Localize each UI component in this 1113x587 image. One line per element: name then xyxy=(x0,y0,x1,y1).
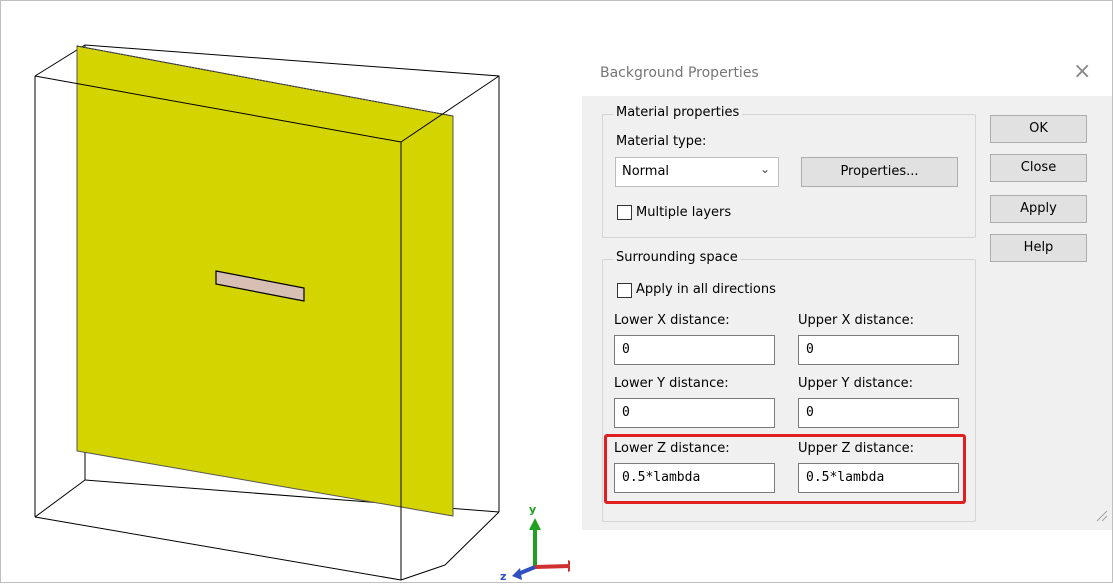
upper-x-input[interactable]: 0 xyxy=(798,335,959,365)
lower-x-label: Lower X distance: xyxy=(614,313,730,328)
close-button[interactable]: Close xyxy=(990,154,1087,182)
lower-y-label: Lower Y distance: xyxy=(614,376,729,391)
y-axis-arrow xyxy=(529,518,541,530)
axis-triad: y x z xyxy=(500,503,590,583)
lower-y-input[interactable]: 0 xyxy=(614,398,775,428)
material-type-select[interactable]: Normal ⌄ xyxy=(615,157,779,187)
model-view: y x z xyxy=(34,44,590,583)
surrounding-space-legend: Surrounding space xyxy=(613,250,741,265)
z-axis-arrow xyxy=(512,568,522,580)
close-icon[interactable]: × xyxy=(1073,57,1091,87)
z-distance-highlight xyxy=(604,434,966,504)
y-axis-label: y xyxy=(529,503,536,516)
dialog-title: Background Properties xyxy=(600,65,759,81)
material-properties-legend: Material properties xyxy=(613,105,743,120)
apply-button[interactable]: Apply xyxy=(990,195,1087,223)
box-front-bottom-edge xyxy=(34,516,402,581)
x-axis-arrow xyxy=(568,560,580,572)
upper-y-input[interactable]: 0 xyxy=(798,398,959,428)
help-button[interactable]: Help xyxy=(990,234,1087,262)
x-axis-line xyxy=(534,564,571,569)
multiple-layers-checkbox[interactable] xyxy=(617,205,632,220)
properties-button[interactable]: Properties... xyxy=(801,157,958,187)
material-type-label: Material type: xyxy=(616,134,707,149)
z-axis-label: z xyxy=(500,570,506,583)
material-type-value: Normal xyxy=(622,164,670,179)
box-bottom-front-right-edge xyxy=(400,564,446,581)
box-bottom-right-edge xyxy=(444,511,500,566)
lower-x-input[interactable]: 0 xyxy=(614,335,775,365)
apply-all-directions-checkbox[interactable] xyxy=(617,283,632,298)
box-bottom-left-edge xyxy=(34,479,86,518)
upper-x-label: Upper X distance: xyxy=(798,313,914,328)
apply-all-directions-label: Apply in all directions xyxy=(636,282,776,297)
3d-viewport[interactable]: y x z xyxy=(0,0,590,583)
chevron-down-icon: ⌄ xyxy=(759,162,770,176)
resize-grip-icon[interactable] xyxy=(1094,508,1108,522)
ok-button[interactable]: OK xyxy=(990,115,1087,143)
multiple-layers-label: Multiple layers xyxy=(636,205,732,220)
upper-y-label: Upper Y distance: xyxy=(798,376,914,391)
